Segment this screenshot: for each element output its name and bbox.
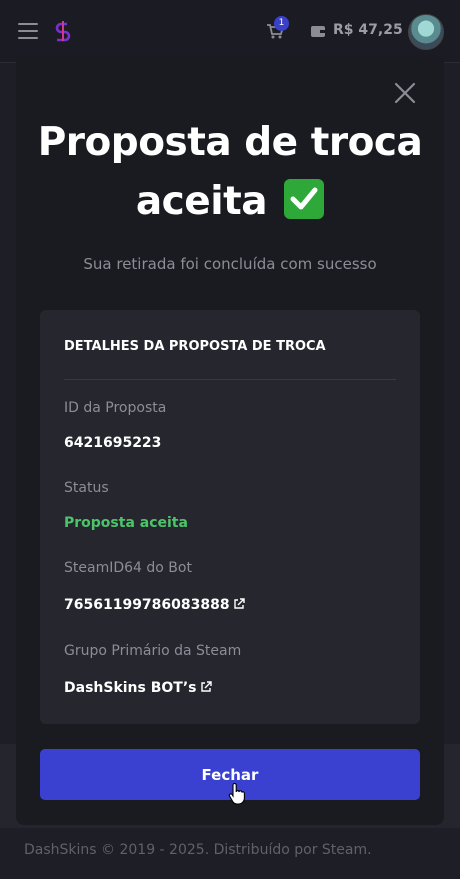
steam-group-link[interactable]: DashSkins BOT’s [64,680,212,696]
field-value-offer-id: 6421695223 [64,435,162,451]
modal-title: Proposta de troca aceita [16,113,444,231]
bot-steamid-link[interactable]: 76561199786083888 [64,597,245,613]
field-value-bot-steamid[interactable]: 76561199786083888 [64,597,230,613]
close-icon[interactable] [393,81,417,105]
hand-pointer-icon [228,783,245,805]
modal-subtitle: Sua retirada foi concluída com sucesso [83,255,377,273]
wallet-balance[interactable]: R$ 47,25 [333,22,403,38]
field-value-status: Proposta aceita [64,515,188,531]
footer-copyright: DashSkins © 2019 - 2025. Distribuído por… [24,842,372,858]
title-line-2: aceita [135,179,268,224]
avatar[interactable] [408,14,444,50]
details-heading: DETALHES DA PROPOSTA DE TROCA [64,339,326,354]
trade-details-panel: DETALHES DA PROPOSTA DE TROCA ID da Prop… [40,310,420,724]
field-value-steam-group[interactable]: DashSkins BOT’s [64,680,197,696]
hamburger-icon[interactable] [18,23,38,39]
title-line-1: Proposta de troca [37,120,423,165]
external-link-icon[interactable] [233,598,245,610]
trade-offer-modal: Proposta de troca aceita Sua retirada fo… [16,55,444,825]
field-label-bot-steamid: SteamID64 do Bot [64,560,192,576]
field-label-offer-id: ID da Proposta [64,400,167,416]
external-link-icon[interactable] [200,681,212,693]
top-navbar: 1 R$ 47,25 [0,0,460,63]
field-label-status: Status [64,480,109,496]
field-label-steam-group: Grupo Primário da Steam [64,643,242,659]
logo-icon[interactable] [54,20,72,42]
divider [64,379,396,380]
wallet-icon [311,26,325,37]
check-mark-icon [284,179,325,219]
cart-count-badge: 1 [274,16,289,31]
